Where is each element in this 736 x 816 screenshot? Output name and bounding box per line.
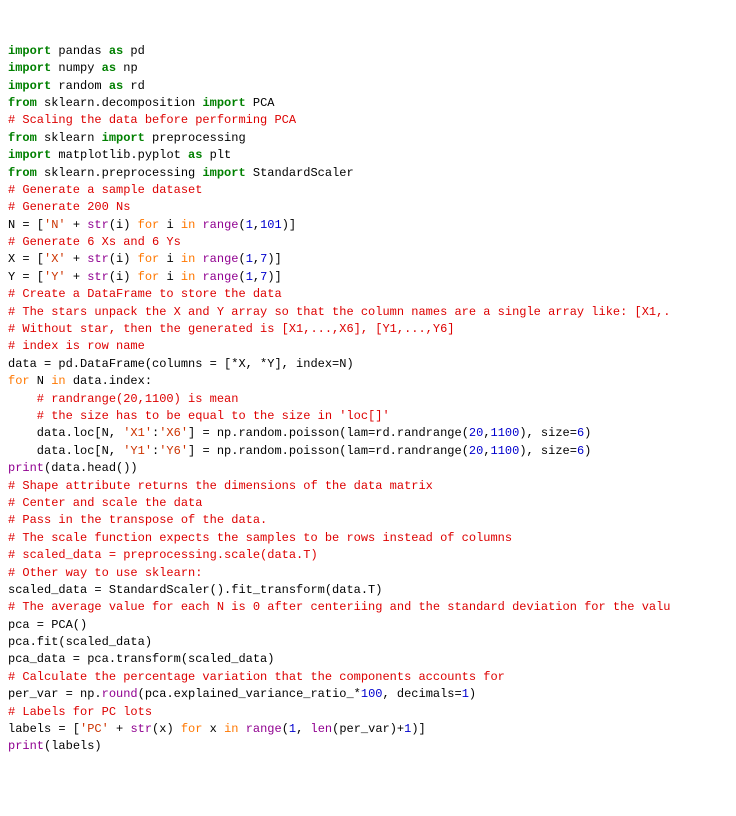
code-line: Y = ['Y' + str(i) for i in range(1,7)] [8, 269, 728, 286]
code-line: import numpy as np [8, 60, 728, 77]
code-line: pca.fit(scaled_data) [8, 634, 728, 651]
code-line: N = ['N' + str(i) for i in range(1,101)] [8, 217, 728, 234]
code-comment: # Other way to use sklearn: [8, 565, 728, 582]
code-comment: # Create a DataFrame to store the data [8, 286, 728, 303]
code-comment: # Scaling the data before performing PCA [8, 112, 728, 129]
code-line: per_var = np.round(pca.explained_varianc… [8, 686, 728, 703]
code-line: data.loc[N, 'X1':'X6'] = np.random.poiss… [8, 425, 728, 442]
code-comment: # the size has to be equal to the size i… [8, 408, 728, 425]
code-line: from sklearn import preprocessing [8, 130, 728, 147]
code-line: print(labels) [8, 738, 728, 755]
code-line: data.loc[N, 'Y1':'Y6'] = np.random.poiss… [8, 443, 728, 460]
code-comment: # Center and scale the data [8, 495, 728, 512]
code-comment: # Generate 200 Ns [8, 199, 728, 216]
code-comment: # randrange(20,1100) is mean [8, 391, 728, 408]
code-line: data = pd.DataFrame(columns = [*X, *Y], … [8, 356, 728, 373]
code-line: import random as rd [8, 78, 728, 95]
code-comment: # Generate a sample dataset [8, 182, 728, 199]
code-comment: # The stars unpack the X and Y array so … [8, 304, 728, 321]
code-line: X = ['X' + str(i) for i in range(1,7)] [8, 251, 728, 268]
code-line: pca = PCA() [8, 617, 728, 634]
code-comment: # Generate 6 Xs and 6 Ys [8, 234, 728, 251]
code-line: labels = ['PC' + str(x) for x in range(1… [8, 721, 728, 738]
code-comment: # Pass in the transpose of the data. [8, 512, 728, 529]
code-line: from sklearn.decomposition import PCA [8, 95, 728, 112]
code-comment: # The average value for each N is 0 afte… [8, 599, 728, 616]
code-comment: # The scale function expects the samples… [8, 530, 728, 547]
code-line: pca_data = pca.transform(scaled_data) [8, 651, 728, 668]
code-line: from sklearn.preprocessing import Standa… [8, 165, 728, 182]
code-line: for N in data.index: [8, 373, 728, 390]
code-comment: # scaled_data = preprocessing.scale(data… [8, 547, 728, 564]
code-block: import pandas as pdimport numpy as npimp… [8, 43, 728, 756]
code-line: scaled_data = StandardScaler().fit_trans… [8, 582, 728, 599]
code-line: import pandas as pd [8, 43, 728, 60]
code-comment: # Labels for PC lots [8, 704, 728, 721]
code-comment: # index is row name [8, 338, 728, 355]
code-line: import matplotlib.pyplot as plt [8, 147, 728, 164]
code-comment: # Calculate the percentage variation tha… [8, 669, 728, 686]
code-comment: # Shape attribute returns the dimensions… [8, 478, 728, 495]
code-comment: # Without star, then the generated is [X… [8, 321, 728, 338]
code-line: print(data.head()) [8, 460, 728, 477]
